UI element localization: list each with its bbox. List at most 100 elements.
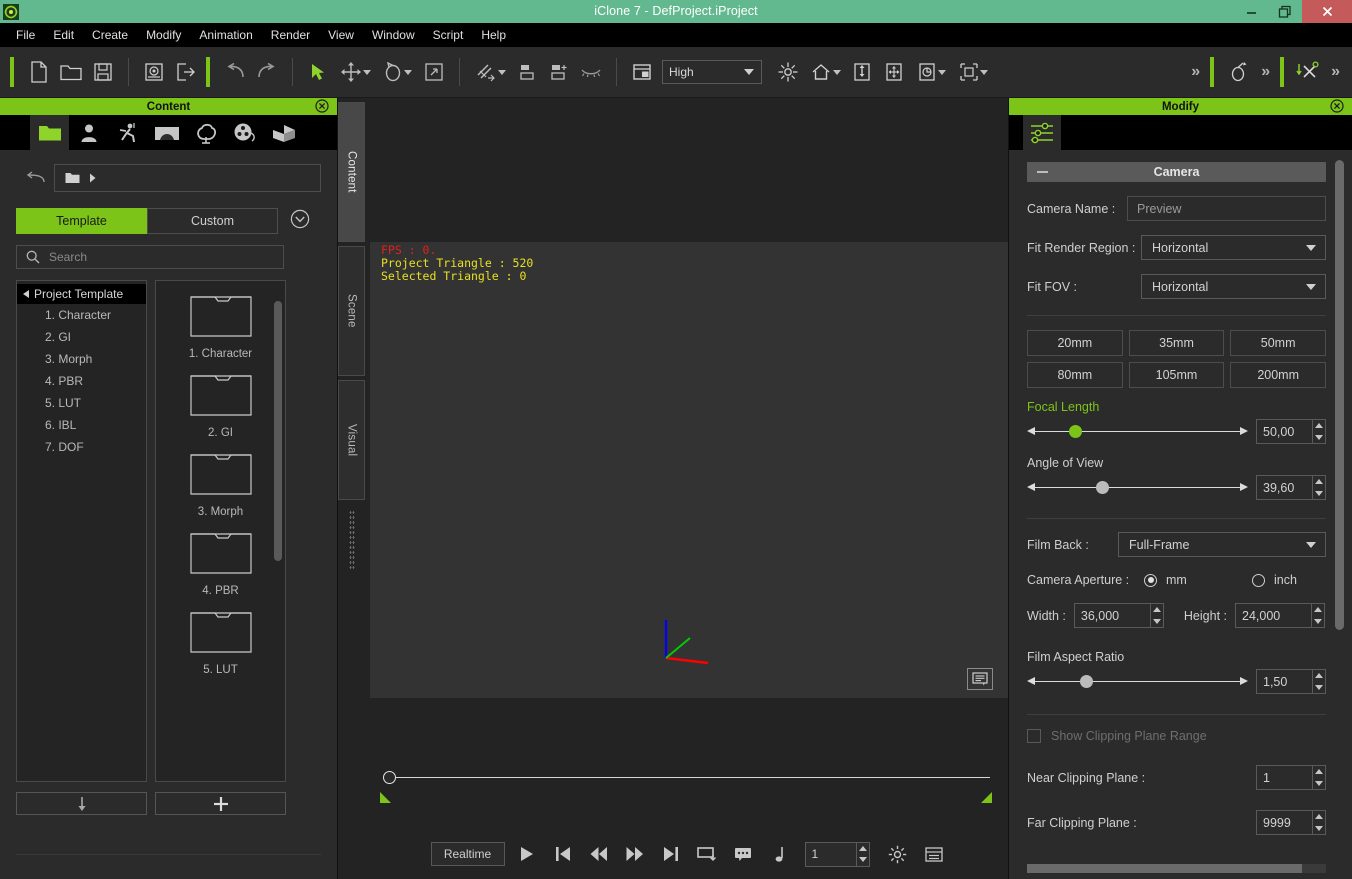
lens-preset-20mm[interactable]: 20mm <box>1027 330 1123 356</box>
content-tab-package[interactable] <box>264 115 303 150</box>
menu-modify[interactable]: Modify <box>137 25 190 45</box>
frame-stepper[interactable] <box>855 842 869 866</box>
film-aspect-ratio-value[interactable] <box>1257 670 1312 693</box>
3d-viewport[interactable]: FPS : 0. Project Triangle : 520 Selected… <box>370 242 1008 698</box>
plugin-icon[interactable] <box>1293 55 1325 89</box>
modify-scrollbar-thumb[interactable] <box>1335 160 1344 630</box>
eye-closed-icon[interactable] <box>575 55 607 89</box>
undo-icon[interactable] <box>219 55 251 89</box>
chevron-down-icon-3[interactable] <box>497 69 506 75</box>
tree-expand-icon[interactable] <box>23 290 29 298</box>
move-viewport-icon[interactable] <box>878 55 910 89</box>
aperture-width-input[interactable] <box>1073 603 1164 628</box>
focal-length-decrement[interactable] <box>1313 431 1325 443</box>
frame-decrement-button[interactable] <box>856 854 869 866</box>
content-tab-folder[interactable] <box>30 115 69 150</box>
panel-resize-grip[interactable] <box>348 510 355 570</box>
playback-settings-button[interactable] <box>884 840 912 868</box>
menu-edit[interactable]: Edit <box>44 25 83 45</box>
near-clipping-plane-value[interactable] <box>1257 766 1312 789</box>
download-button[interactable] <box>16 792 147 815</box>
sidebar-item-content[interactable]: Content <box>338 102 365 242</box>
aperture-height-decrement[interactable] <box>1312 615 1324 627</box>
light-icon[interactable] <box>772 55 804 89</box>
close-circle-icon[interactable] <box>1330 99 1344 118</box>
content-tab-media[interactable] <box>225 115 264 150</box>
far-clipping-plane-input[interactable] <box>1256 810 1326 835</box>
fit-fov-dropdown[interactable]: Horizontal <box>1141 274 1326 299</box>
menu-window[interactable]: Window <box>363 25 424 45</box>
timeline-track[interactable] <box>384 777 990 778</box>
menu-create[interactable]: Create <box>83 25 137 45</box>
lens-preset-50mm[interactable]: 50mm <box>1230 330 1326 356</box>
angle-of-view-input[interactable] <box>1256 475 1326 500</box>
play-button[interactable] <box>513 840 541 868</box>
far-clipping-decrement[interactable] <box>1313 822 1325 834</box>
chevron-down-circle-icon[interactable] <box>290 209 310 234</box>
angle-of-view-stepper[interactable] <box>1312 476 1325 499</box>
frame-value[interactable] <box>805 842 856 866</box>
project-template-tree[interactable]: Project Template 1. Character 2. GI 3. M… <box>16 280 147 782</box>
select-arrow-icon[interactable] <box>302 55 334 89</box>
film-aspect-ratio-slider[interactable] <box>1027 673 1248 691</box>
tree-item-gi[interactable]: 2. GI <box>17 326 146 348</box>
menu-help[interactable]: Help <box>472 25 515 45</box>
rotate-tool-icon[interactable] <box>376 55 418 89</box>
aperture-width-increment[interactable] <box>1150 604 1163 616</box>
aperture-height-increment[interactable] <box>1312 604 1324 616</box>
content-tab-prop[interactable] <box>186 115 225 150</box>
aperture-width-stepper[interactable] <box>1149 604 1163 627</box>
loop-button[interactable] <box>693 840 721 868</box>
film-aspect-ratio-decrement[interactable] <box>1313 681 1325 693</box>
far-clipping-stepper[interactable] <box>1312 811 1325 834</box>
frame-increment-button[interactable] <box>856 842 869 854</box>
step-forward-button[interactable] <box>621 840 649 868</box>
content-tab-motion[interactable] <box>108 115 147 150</box>
move-tool-icon[interactable] <box>334 55 376 89</box>
angle-of-view-knob[interactable] <box>1095 481 1109 494</box>
tree-item-ibl[interactable]: 6. IBL <box>17 414 146 436</box>
tab-template[interactable]: Template <box>16 208 147 234</box>
modify-tab-attribute[interactable] <box>1023 115 1061 150</box>
search-input[interactable] <box>49 250 274 264</box>
thumbnail-item[interactable]: 2. GI <box>166 370 276 439</box>
content-thumbnail-grid[interactable]: 1. Character 2. GI 3. Morph 4. PBR 5. LU… <box>155 280 286 782</box>
angle-of-view-value[interactable] <box>1257 476 1312 499</box>
lens-preset-35mm[interactable]: 35mm <box>1128 330 1225 356</box>
tab-custom[interactable]: Custom <box>147 208 278 234</box>
focal-length-increment[interactable] <box>1313 420 1325 432</box>
aperture-mm-radio[interactable] <box>1144 573 1157 587</box>
chevron-down-icon-7[interactable] <box>979 69 988 75</box>
slider-left-arrow-icon[interactable] <box>1027 426 1035 435</box>
export-icon[interactable] <box>170 55 202 89</box>
camera-view-icon[interactable] <box>910 55 952 89</box>
realtime-mode-button[interactable]: Realtime <box>430 842 505 866</box>
film-aspect-ratio-knob[interactable] <box>1080 675 1094 688</box>
sidebar-item-visual[interactable]: Visual <box>338 380 365 500</box>
render-region-icon[interactable] <box>626 55 658 89</box>
aperture-width-decrement[interactable] <box>1150 615 1163 627</box>
tree-root-project-template[interactable]: Project Template <box>17 284 146 304</box>
comment-button[interactable] <box>729 840 757 868</box>
focal-length-input[interactable] <box>1256 419 1326 444</box>
focal-length-knob[interactable] <box>1068 425 1082 438</box>
audio-button[interactable] <box>765 840 793 868</box>
bounding-box-icon[interactable] <box>952 55 994 89</box>
motion-path-icon[interactable] <box>1223 55 1255 89</box>
ground-icon[interactable] <box>846 55 878 89</box>
tree-item-dof[interactable]: 7. DOF <box>17 436 146 458</box>
sidebar-item-scene[interactable]: Scene <box>338 246 365 376</box>
tree-item-morph[interactable]: 3. Morph <box>17 348 146 370</box>
plugin-overflow-icon[interactable]: » <box>1325 63 1346 81</box>
open-project-icon[interactable] <box>55 55 87 89</box>
back-arrow-icon[interactable] <box>16 171 54 185</box>
near-clipping-stepper[interactable] <box>1312 766 1325 789</box>
minimize-icon[interactable] <box>1234 0 1268 23</box>
tree-item-lut[interactable]: 5. LUT <box>17 392 146 414</box>
slider-right-arrow-icon[interactable] <box>1240 426 1248 435</box>
chevron-down-icon-2[interactable] <box>403 69 412 75</box>
thumbnail-item[interactable]: 5. LUT <box>166 607 276 676</box>
menu-view[interactable]: View <box>319 25 363 45</box>
save-project-icon[interactable] <box>87 55 119 89</box>
thumbnail-item[interactable]: 3. Morph <box>166 449 276 518</box>
